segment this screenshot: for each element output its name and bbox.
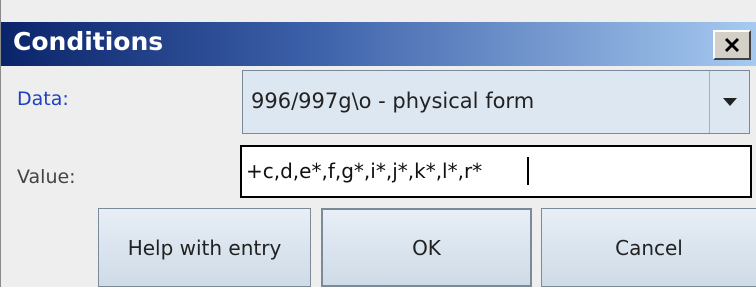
close-button[interactable] — [713, 30, 751, 60]
data-label: Data: — [17, 88, 69, 110]
data-select-arrow-button[interactable] — [709, 71, 749, 133]
close-icon — [724, 37, 740, 53]
conditions-dialog: Conditions Data: 996/997g\o - physical f… — [0, 0, 756, 287]
cancel-button[interactable]: Cancel — [541, 208, 756, 287]
help-with-entry-button[interactable]: Help with entry — [98, 208, 311, 287]
data-select-value: 996/997g\o - physical form — [251, 89, 535, 113]
text-caret — [527, 157, 529, 185]
value-input[interactable]: +c,d,e*,f,g*,i*,j*,k*,l*,r* — [240, 145, 752, 198]
data-select[interactable]: 996/997g\o - physical form — [242, 70, 750, 134]
title-bar: Conditions — [1, 22, 756, 66]
value-input-text: +c,d,e*,f,g*,i*,j*,k*,l*,r* — [246, 159, 483, 183]
chevron-down-icon — [722, 98, 737, 106]
ok-button[interactable]: OK — [321, 208, 532, 287]
dialog-title: Conditions — [13, 27, 164, 56]
value-label: Value: — [17, 166, 76, 188]
